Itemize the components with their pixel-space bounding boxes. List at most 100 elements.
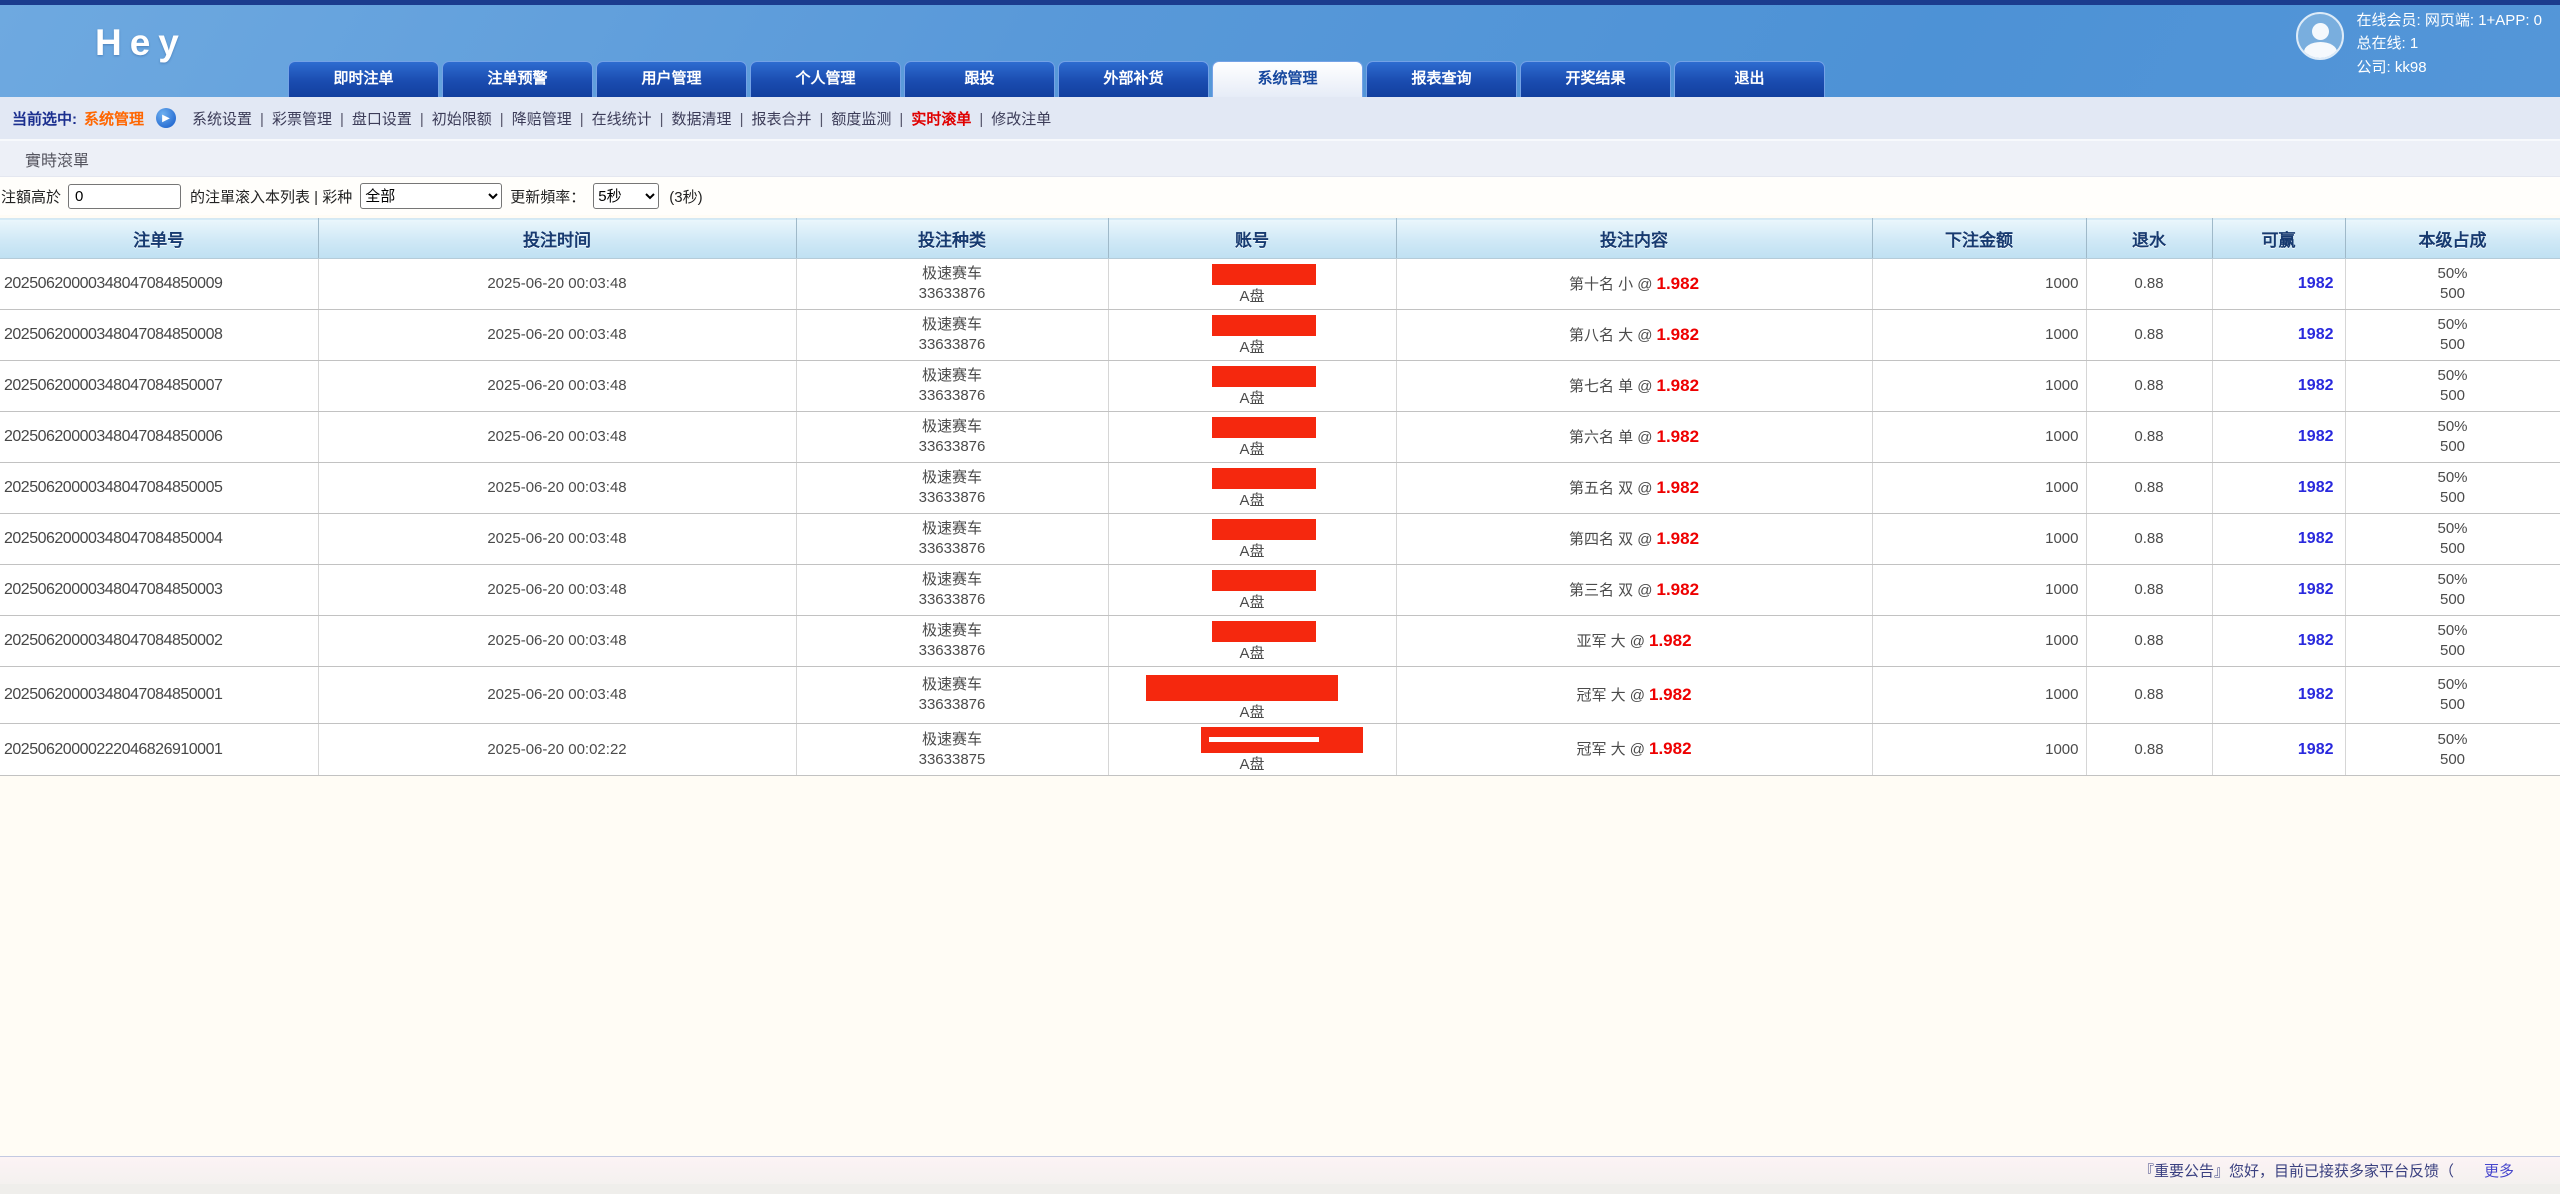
share-percent: 50% [2346, 621, 2560, 641]
current-selected-label: 当前选中: [12, 108, 77, 129]
share-amount: 500 [2346, 695, 2560, 715]
announcement-text: 『重要公告』您好，目前已接获多家平台反馈（ [2139, 1160, 2454, 1181]
cell-bet-type: 极速赛车33633876 [796, 310, 1108, 361]
cell-bet-type: 极速赛车33633876 [796, 565, 1108, 616]
more-link[interactable]: 更多 [2484, 1160, 2514, 1181]
menu-item[interactable]: 报表合并 [751, 111, 811, 128]
menu-item[interactable]: 额度监测 [831, 111, 891, 128]
bet-type-name: 极速赛车 [797, 621, 1108, 641]
bet-type-issue: 33633876 [797, 386, 1108, 406]
share-percent: 50% [2346, 366, 2560, 386]
freq-label: 更新頻率： [510, 186, 585, 207]
cell-order-no: 20250620000348047084850004 [0, 514, 318, 565]
bets-table: 注单号投注时间投注种类账号投注内容下注金额退水可赢本级占成 2025062000… [0, 218, 2560, 776]
account-tier: A盘 [1109, 644, 1396, 664]
cell-can-win: 1982 [2212, 724, 2345, 776]
amount-threshold-input[interactable] [68, 184, 181, 209]
cell-order-no: 20250620000348047084850005 [0, 463, 318, 514]
nav-tab[interactable]: 系统管理 [1212, 61, 1363, 97]
nav-tab[interactable]: 报表查询 [1366, 61, 1517, 97]
cell-bet-type: 极速赛车33633876 [796, 463, 1108, 514]
account-tier: A盘 [1109, 440, 1396, 460]
account-tier: A盘 [1109, 593, 1396, 613]
cell-bet-type: 极速赛车33633876 [796, 412, 1108, 463]
current-selected-value: 系统管理 [84, 108, 144, 129]
bet-type-issue: 33633876 [797, 488, 1108, 508]
bet-type-issue: 33633876 [797, 695, 1108, 715]
cell-bet-time: 2025-06-20 00:03:48 [318, 463, 796, 514]
cell-bet-content: 第十名 小 @1.982 [1396, 259, 1872, 310]
nav-tab[interactable]: 外部补货 [1058, 61, 1209, 97]
cell-bet-type: 极速赛车33633876 [796, 361, 1108, 412]
bottom-gray-strip [0, 1184, 2560, 1194]
lottery-type-select[interactable]: 全部 [360, 183, 502, 209]
menu-item[interactable]: 系统设置 [192, 111, 252, 128]
account-redaction-box [1212, 417, 1316, 438]
cell-bet-time: 2025-06-20 00:03:48 [318, 514, 796, 565]
menu-item[interactable]: 盘口设置 [352, 111, 412, 128]
bet-type-name: 极速赛车 [797, 675, 1108, 695]
share-percent: 50% [2346, 468, 2560, 488]
nav-tab[interactable]: 用户管理 [596, 61, 747, 97]
bet-type-name: 极速赛车 [797, 417, 1108, 437]
share-amount: 500 [2346, 335, 2560, 355]
bet-content-text: 亚军 大 @ [1576, 633, 1645, 650]
avatar-body-shape [2304, 42, 2337, 60]
account-tier: A盘 [1109, 338, 1396, 358]
bet-odds-value: 1.982 [1649, 631, 1692, 650]
cell-can-win: 1982 [2212, 463, 2345, 514]
menu-separator: | [580, 111, 584, 128]
bet-type-name: 极速赛车 [797, 570, 1108, 590]
cell-can-win: 1982 [2212, 565, 2345, 616]
cell-bet-content: 第八名 大 @1.982 [1396, 310, 1872, 361]
can-win-value: 1982 [2298, 530, 2334, 547]
cell-share: 50%500 [2345, 514, 2560, 565]
bottom-white-strip [0, 1194, 2560, 1199]
share-percent: 50% [2346, 730, 2560, 750]
play-icon: ▶ [156, 108, 176, 128]
share-amount: 500 [2346, 539, 2560, 559]
bet-content-text: 冠军 大 @ [1576, 687, 1645, 704]
table-row: 202506200003480470848500062025-06-20 00:… [0, 412, 2560, 463]
nav-tab[interactable]: 跟投 [904, 61, 1055, 97]
menu-item[interactable]: 彩票管理 [272, 111, 332, 128]
bet-type-issue: 33633876 [797, 539, 1108, 559]
cell-share: 50%500 [2345, 565, 2560, 616]
cell-bet-time: 2025-06-20 00:03:48 [318, 259, 796, 310]
nav-tab[interactable]: 退出 [1674, 61, 1825, 97]
cell-share: 50%500 [2345, 361, 2560, 412]
cell-share: 50%500 [2345, 310, 2560, 361]
bet-type-name: 极速赛车 [797, 264, 1108, 284]
refresh-freq-select[interactable]: 5秒 [593, 183, 659, 209]
cell-rebate: 0.88 [2086, 310, 2212, 361]
cell-share: 50%500 [2345, 259, 2560, 310]
nav-tab[interactable]: 个人管理 [750, 61, 901, 97]
menu-item[interactable]: 数据清理 [672, 111, 732, 128]
can-win-value: 1982 [2298, 275, 2334, 292]
bet-type-name: 极速赛车 [797, 468, 1108, 488]
bet-odds-value: 1.982 [1649, 739, 1692, 758]
menu-separator: | [260, 111, 264, 128]
menu-item[interactable]: 修改注单 [991, 111, 1051, 128]
cell-bet-amount: 1000 [1872, 616, 2086, 667]
menu-item[interactable]: 在线统计 [592, 111, 652, 128]
menu-item[interactable]: 初始限额 [432, 111, 492, 128]
menu-item[interactable]: 实时滚单 [911, 111, 971, 128]
bet-content-text: 第四名 双 @ [1569, 531, 1653, 548]
can-win-value: 1982 [2298, 581, 2334, 598]
share-amount: 500 [2346, 590, 2560, 610]
cell-bet-type: 极速赛车33633876 [796, 667, 1108, 724]
cell-can-win: 1982 [2212, 361, 2345, 412]
cell-order-no: 20250620000348047084850001 [0, 667, 318, 724]
nav-tab[interactable]: 注单预警 [442, 61, 593, 97]
account-tier: A盘 [1109, 287, 1396, 307]
cell-can-win: 1982 [2212, 667, 2345, 724]
nav-tab[interactable]: 即时注单 [288, 61, 439, 97]
cell-bet-amount: 1000 [1872, 310, 2086, 361]
cell-order-no: 20250620000348047084850006 [0, 412, 318, 463]
bet-type-issue: 33633876 [797, 641, 1108, 661]
bet-odds-value: 1.982 [1657, 274, 1700, 293]
cell-account: A盘 [1108, 463, 1396, 514]
nav-tab[interactable]: 开奖结果 [1520, 61, 1671, 97]
menu-item[interactable]: 降赔管理 [512, 111, 572, 128]
